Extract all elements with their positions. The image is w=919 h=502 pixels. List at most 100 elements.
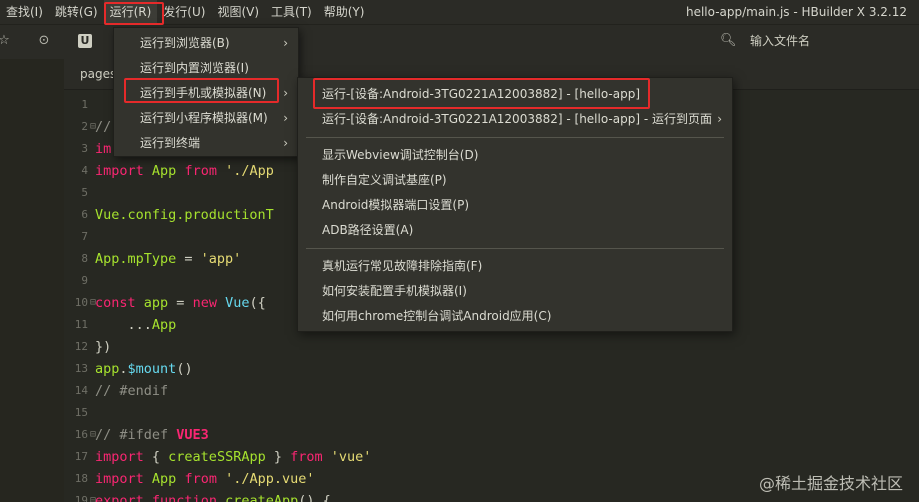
- code-text: const app = new Vue({: [95, 292, 266, 314]
- code-token: ...: [95, 317, 152, 333]
- code-text: app.$mount(): [95, 358, 193, 380]
- code-text: App.mpType = 'app': [95, 248, 241, 270]
- code-line: 12}): [64, 336, 919, 358]
- menu-item[interactable]: 查找(I): [0, 0, 49, 24]
- code-line: 16 ⊟// #ifdef VUE3: [64, 424, 919, 446]
- code-text: export function createApp() {: [95, 490, 331, 502]
- run-menu-item[interactable]: 运行到浏览器(B) ›: [114, 31, 298, 56]
- code-text: import { createSSRApp } from 'vue': [95, 446, 371, 468]
- uniapp-icon[interactable]: U: [78, 34, 92, 48]
- code-token: () {: [298, 493, 331, 502]
- device-submenu-item-label: 运行-[设备:Android-3TG0221A12003882] - [hell…: [322, 87, 641, 101]
- run-menu-item[interactable]: 运行到终端 ›: [114, 131, 298, 156]
- line-number: 17: [74, 450, 88, 463]
- line-number: 9: [81, 274, 88, 287]
- run-menu-item-label: 运行到内置浏览器(I): [140, 61, 249, 75]
- code-token: from: [184, 471, 217, 487]
- code-token: }: [265, 449, 291, 465]
- run-menu-item-label: 运行到终端: [140, 136, 201, 150]
- code-token: createApp: [225, 493, 299, 502]
- code-token: im: [95, 141, 112, 157]
- code-token: =: [168, 295, 193, 311]
- chevron-right-icon: ›: [283, 111, 288, 125]
- run-menu-item[interactable]: 运行到小程序模拟器(M) ›: [114, 106, 298, 131]
- menu-item[interactable]: 帮助(Y): [318, 0, 371, 24]
- run-menu-item[interactable]: 运行到手机或模拟器(N) ›: [114, 81, 298, 106]
- run-circle-icon[interactable]: ⊙: [36, 33, 52, 49]
- device-submenu-item-label: 运行-[设备:Android-3TG0221A12003882] - [hell…: [322, 112, 712, 126]
- code-token: import: [95, 163, 144, 179]
- code-token: // #endif: [95, 383, 169, 399]
- code-text: }): [95, 336, 111, 358]
- code-text: import App from './App: [95, 160, 274, 182]
- device-submenu: 运行-[设备:Android-3TG0221A12003882] - [hell…: [297, 77, 733, 332]
- device-submenu-item[interactable]: Android模拟器端口设置(P): [298, 193, 732, 218]
- line-number: 15: [74, 406, 88, 419]
- code-text: import App from './App.vue': [95, 468, 315, 490]
- menu-item[interactable]: 运行(R): [103, 0, 158, 24]
- code-token: './App.vue': [225, 471, 315, 487]
- code-token: $mount: [127, 361, 177, 377]
- device-submenu-item-label: 如何用chrome控制台调试Android应用(C): [322, 309, 552, 323]
- run-menu-item[interactable]: 运行到内置浏览器(I): [114, 56, 298, 81]
- file-search-icon: 🔍︎: [720, 33, 737, 48]
- device-submenu-item[interactable]: 真机运行常见故障排除指南(F): [298, 254, 732, 279]
- menu-item[interactable]: 跳转(G): [49, 0, 104, 24]
- chevron-right-icon: ›: [283, 86, 288, 100]
- run-menu-item-label: 运行到浏览器(B): [140, 36, 230, 50]
- code-token: }): [95, 339, 112, 355]
- code-token: App: [151, 471, 177, 487]
- chevron-right-icon: ›: [283, 136, 288, 150]
- run-menu-item-label: 运行到手机或模拟器(N): [140, 86, 267, 100]
- code-token: 'vue': [330, 449, 372, 465]
- line-number: 8: [81, 252, 88, 265]
- code-token: Vue: [225, 295, 250, 311]
- code-token: export: [95, 493, 144, 502]
- code-token: new: [192, 295, 217, 311]
- code-token: .: [119, 361, 128, 377]
- star-icon[interactable]: ☆: [0, 33, 12, 49]
- device-submenu-item[interactable]: ADB路径设置(A): [298, 218, 732, 243]
- device-submenu-item[interactable]: 运行-[设备:Android-3TG0221A12003882] - [hell…: [298, 82, 732, 107]
- code-text: //: [95, 116, 111, 138]
- device-submenu-item[interactable]: 运行-[设备:Android-3TG0221A12003882] - [hell…: [298, 107, 732, 132]
- menu-item[interactable]: 视图(V): [211, 0, 265, 24]
- code-token: app: [95, 361, 120, 377]
- menu-item[interactable]: 工具(T): [265, 0, 318, 24]
- device-submenu-item[interactable]: 显示Webview调试控制台(D): [298, 143, 732, 168]
- device-submenu-item[interactable]: 制作自定义调试基座(P): [298, 168, 732, 193]
- code-token: import: [95, 449, 144, 465]
- code-token: const: [95, 295, 136, 311]
- code-token: App: [151, 163, 177, 179]
- file-search-input[interactable]: [744, 29, 919, 53]
- device-submenu-item[interactable]: 如何用chrome控制台调试Android应用(C): [298, 304, 732, 329]
- line-number: 11: [74, 318, 88, 331]
- code-text: im: [95, 138, 111, 160]
- code-token: function: [151, 493, 217, 502]
- line-number: 19: [74, 494, 88, 502]
- device-submenu-item-label: 显示Webview调试控制台(D): [322, 148, 479, 162]
- line-number: 5: [81, 186, 88, 199]
- tab-pages[interactable]: pages: [80, 59, 116, 89]
- line-number: 6: [81, 208, 88, 221]
- line-number: 10: [74, 296, 88, 309]
- device-submenu-item[interactable]: 如何安装配置手机模拟器(I): [298, 279, 732, 304]
- run-menu-item-label: 运行到小程序模拟器(M): [140, 111, 268, 125]
- line-number: 13: [74, 362, 88, 375]
- code-token: ({: [249, 295, 266, 311]
- line-number: 14: [74, 384, 88, 397]
- device-submenu-item-label: 真机运行常见故障排除指南(F): [322, 259, 483, 273]
- menu-item[interactable]: 发行(U): [157, 0, 211, 24]
- code-token: //: [95, 119, 112, 135]
- watermark: @稀土掘金技术社区: [758, 474, 903, 493]
- code-text: Vue.config.productionT: [95, 204, 274, 226]
- project-sidebar: [0, 59, 65, 502]
